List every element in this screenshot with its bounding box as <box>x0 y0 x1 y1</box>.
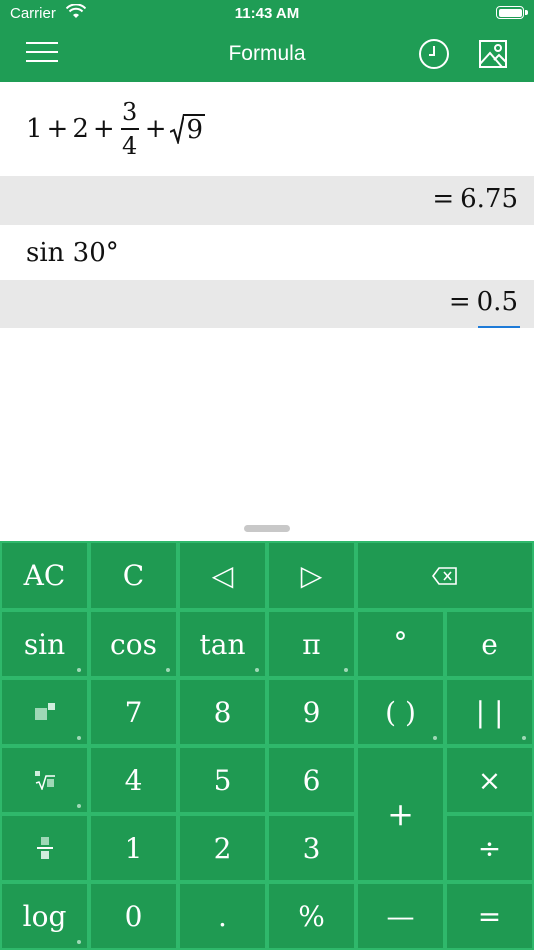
status-bar: Carrier 11:43 AM <box>0 0 534 28</box>
power-icon <box>34 703 55 720</box>
digit-7-key[interactable]: 7 <box>89 678 178 746</box>
expression: sin 30° <box>26 238 119 268</box>
image-icon[interactable] <box>478 38 508 70</box>
result-value: 6.75 <box>460 184 518 214</box>
parentheses-key[interactable]: ( ) <box>356 678 445 746</box>
cos-key[interactable]: cos <box>89 610 178 678</box>
result: = 6.75 <box>432 184 518 214</box>
digit-2-key[interactable]: 2 <box>178 814 267 882</box>
backspace-key[interactable] <box>356 541 534 610</box>
tan-key[interactable]: tan <box>178 610 267 678</box>
expression: 1 + 2 + 3 4 + 9 <box>26 98 206 160</box>
fraction-key[interactable] <box>0 814 89 882</box>
nav-bar: Formula <box>0 30 534 82</box>
result-row: = 0.5 <box>0 280 534 328</box>
drag-handle[interactable] <box>244 525 290 532</box>
digit-0-key[interactable]: 0 <box>89 882 178 950</box>
status-time: 11:43 AM <box>234 5 300 22</box>
battery-tip <box>525 10 528 15</box>
digit-4-key[interactable]: 4 <box>89 746 178 814</box>
sqrt-key[interactable] <box>0 746 89 814</box>
expression-row[interactable]: 1 + 2 + 3 4 + 9 <box>0 82 534 176</box>
fraction-icon <box>36 837 53 859</box>
cursor-right-key[interactable]: ▷ <box>267 541 356 610</box>
input-cursor <box>478 326 520 328</box>
expression-row[interactable]: sin 30° <box>0 225 534 280</box>
sin-key[interactable]: sin <box>0 610 89 678</box>
percent-key[interactable]: % <box>267 882 356 950</box>
absolute-value-key[interactable]: | | <box>445 678 534 746</box>
digit-8-key[interactable]: 8 <box>178 678 267 746</box>
multiply-key[interactable]: × <box>445 746 534 814</box>
e-key[interactable]: e <box>445 610 534 678</box>
degree-key[interactable]: ° <box>356 610 445 678</box>
digit-1-key[interactable]: 1 <box>89 814 178 882</box>
square-root: 9 <box>170 114 206 144</box>
page-title: Formula <box>228 42 306 65</box>
fraction: 3 4 <box>120 98 139 160</box>
plus-key[interactable]: + <box>356 746 445 882</box>
digit-5-key[interactable]: 5 <box>178 746 267 814</box>
equals-key[interactable]: = <box>445 882 534 950</box>
result: = 0.5 <box>448 287 518 317</box>
digit-3-key[interactable]: 3 <box>267 814 356 882</box>
divide-key[interactable]: ÷ <box>445 814 534 882</box>
digit-9-key[interactable]: 9 <box>267 678 356 746</box>
battery-icon <box>496 6 524 19</box>
pi-key[interactable]: π <box>267 610 356 678</box>
digit-6-key[interactable]: 6 <box>267 746 356 814</box>
history-clock-icon[interactable] <box>418 38 450 70</box>
clear-key[interactable]: C <box>89 541 178 610</box>
result-value: 0.5 <box>476 287 518 317</box>
log-key[interactable]: log <box>0 882 89 950</box>
minus-key[interactable]: — <box>356 882 445 950</box>
keypad: AC C ◁ ▷ sin cos tan π ° e 7 8 9 ( ) | |… <box>0 541 534 950</box>
power-key[interactable] <box>0 678 89 746</box>
top-bar: Carrier 11:43 AM Formula <box>0 0 534 82</box>
backspace-icon <box>432 566 457 585</box>
cursor-left-key[interactable]: ◁ <box>178 541 267 610</box>
result-row: = 6.75 <box>0 176 534 225</box>
sqrt-icon <box>34 771 55 790</box>
ac-key[interactable]: AC <box>0 541 89 610</box>
decimal-key[interactable]: . <box>178 882 267 950</box>
